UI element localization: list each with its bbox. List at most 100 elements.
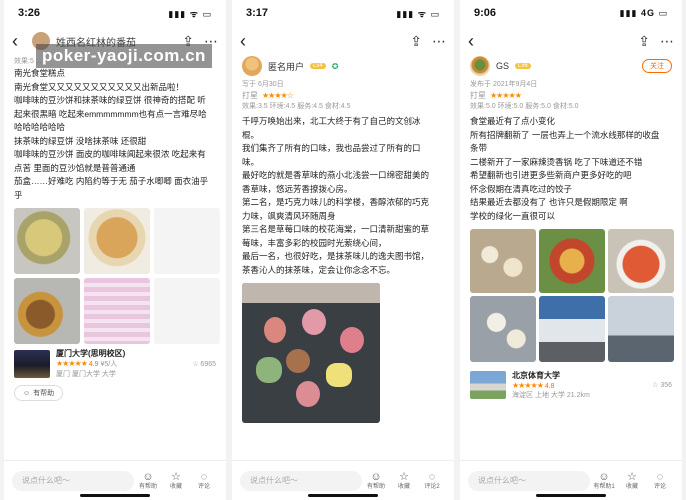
- popsicle-strawberry: [264, 317, 286, 343]
- pastry-photo[interactable]: [14, 208, 80, 274]
- helpful-action[interactable]: ☺ 有帮助: [134, 471, 162, 491]
- helpful-button[interactable]: ☺ 有帮助: [14, 385, 64, 401]
- helpful-action[interactable]: ☺ 有帮助: [362, 471, 390, 491]
- text-line: 味。: [242, 156, 260, 167]
- rating-label: 打星: [242, 91, 258, 100]
- shop-price: ¥5/人: [100, 361, 118, 368]
- popsicle-vanilla: [326, 363, 352, 387]
- shop-count-value: 356: [660, 382, 672, 389]
- favorite-action[interactable]: ☆ 收藏: [618, 471, 646, 491]
- photo-placeholder: [154, 208, 220, 274]
- popsicle-strawberry: [340, 327, 364, 353]
- dumpling-photo[interactable]: [470, 229, 536, 293]
- bookmark-icon[interactable]: ☆: [192, 361, 198, 368]
- share-icon[interactable]: ⇪: [638, 33, 650, 50]
- comment-icon: ◌: [200, 470, 208, 483]
- pastry-photo[interactable]: [84, 208, 150, 274]
- text-line: 咖啡味的豆沙饼 面皮的咖啡味闻起来很浓 吃起来有: [14, 149, 206, 159]
- watermark: poker-yaoji.com.cn: [36, 44, 212, 68]
- shop-count: ☆ 6965: [192, 360, 216, 368]
- bookmark-icon[interactable]: ☆: [652, 382, 658, 389]
- status-bar: 3:17 ▮▮▮ ᯤ ▭: [232, 0, 454, 26]
- review-content: GS Lv6 关注 发布于 2021年9月4日 打星 ★★★★★ 效果:5.0 环…: [460, 56, 682, 400]
- popsicle-photo[interactable]: [242, 283, 380, 423]
- home-indicator: [80, 494, 150, 497]
- phone-screen-1: 3:26 ▮▮▮ ᯤ ▭ ‹ 姓西名红林的番茄 ⇪ ⋯ 效果:5 ... 南光食…: [4, 0, 226, 500]
- helpful-action[interactable]: ☺ 有帮助1: [590, 471, 618, 491]
- back-icon[interactable]: ‹: [240, 31, 256, 52]
- shop-count: ☆ 356: [652, 381, 672, 389]
- favorite-action[interactable]: ☆ 收藏: [390, 471, 418, 491]
- star-icon: ☆: [627, 470, 637, 483]
- text-line: 咖啡味的豆沙饼和抹茶味的绿豆饼 很神奇的搭配 听: [14, 95, 206, 105]
- action-label: 收藏: [625, 483, 638, 490]
- dumpling-photo[interactable]: [470, 296, 536, 362]
- nav-bar: ‹ ⇪ ⋯: [460, 26, 682, 56]
- favorite-action[interactable]: ☆ 收藏: [162, 471, 190, 491]
- review-text: 食堂最近有了点小变化 所有招牌翻新了 一层也弄上一个流水线那样的收盘 条带 二楼…: [470, 115, 672, 223]
- text-line: 茄盒……好难吃 内陷约等于无 茄子水唧唧 面衣油乎: [14, 176, 209, 186]
- action-label: 收藏: [397, 483, 410, 490]
- level-badge: Lv4: [310, 63, 326, 69]
- shop-name: 北京体育大学: [512, 371, 560, 380]
- verified-icon: ✪: [331, 61, 339, 71]
- comment-action[interactable]: ◌ 评论2: [418, 471, 446, 491]
- status-time: 3:17: [246, 7, 269, 19]
- photo-grid: [14, 208, 220, 344]
- screenshot-collage: 3:26 ▮▮▮ ᯤ ▭ ‹ 姓西名红林的番茄 ⇪ ⋯ 效果:5 ... 南光食…: [0, 0, 686, 500]
- action-label: 有帮助: [138, 483, 157, 490]
- comment-input[interactable]: 说点什么吧～: [468, 470, 590, 491]
- share-icon[interactable]: ⇪: [410, 33, 422, 50]
- comment-action[interactable]: ◌ 评论: [190, 471, 218, 491]
- star-icon: ☆: [399, 470, 409, 483]
- home-indicator: [308, 494, 378, 497]
- noodle-photo[interactable]: [539, 229, 605, 293]
- follow-button[interactable]: 关注: [642, 59, 672, 73]
- text-line: 茶香沁人的抹茶味，定会让你念念不忘。: [242, 264, 396, 275]
- text-line: 我们集齐了所有的口味，我也品尝过了所有的口: [242, 143, 421, 153]
- action-label: 收藏: [169, 483, 182, 490]
- text-line: 所有招牌翻新了 一层也弄上一个流水线那样的收盘: [470, 129, 660, 140]
- soup-photo[interactable]: [608, 229, 674, 293]
- comment-input[interactable]: 说点什么吧～: [240, 470, 362, 491]
- text-line: 起来很黑暗 吃起来emmmmmmm也有点一言难尽哈: [14, 108, 207, 119]
- text-line: 怀念假期在清真吃过的饺子: [470, 183, 573, 194]
- shop-card[interactable]: 厦门大学(思明校区) ★★★★★ 4.9 ¥5/人 厦门 厦门大学 大学 ☆ 6…: [14, 348, 216, 379]
- shop-score: 4.8: [544, 383, 555, 390]
- back-icon[interactable]: ‹: [468, 31, 484, 52]
- more-icon[interactable]: ⋯: [660, 33, 674, 50]
- star-icon: ☆: [171, 470, 181, 483]
- action-label: 有帮助1: [593, 483, 615, 490]
- comment-input[interactable]: 说点什么吧～: [12, 470, 134, 491]
- text-line: 莓味，丰富多彩的校园时光萦绕心间，: [242, 237, 387, 248]
- user-name[interactable]: GS: [496, 61, 509, 71]
- building-photo[interactable]: [608, 296, 674, 362]
- text-line: 食堂最近有了点小变化: [470, 116, 556, 126]
- pastry-photo[interactable]: [14, 278, 80, 344]
- menu-photo[interactable]: [84, 278, 150, 344]
- photo-placeholder: [154, 278, 220, 344]
- status-time: 9:06: [474, 7, 497, 19]
- shop-thumbnail: [14, 349, 50, 378]
- shop-card[interactable]: 北京体育大学 ★★★★★ 4.8 海淀区 上地 大学 21.2km ☆ 356: [470, 370, 672, 400]
- text-line: 结果最近去都没有了 也许只是假期限定 啊: [470, 197, 628, 207]
- avatar[interactable]: [470, 56, 490, 76]
- canteen-photo[interactable]: [539, 296, 605, 362]
- back-icon[interactable]: ‹: [12, 31, 28, 52]
- popsicle-chocolate: [286, 349, 310, 373]
- text-line: 最好吃的就是香草味的燕小北浅尝一口绵密甜美的: [242, 170, 430, 180]
- review-date: 发布于 2021年9月4日: [470, 81, 538, 88]
- author-row: GS Lv6 关注: [470, 56, 672, 76]
- avatar[interactable]: [242, 56, 262, 76]
- shop-stars-icon: ★★★★★: [512, 381, 544, 390]
- user-name[interactable]: 匿名用户: [268, 60, 304, 73]
- nav-bar: ‹ ⇪ ⋯: [232, 26, 454, 56]
- more-icon[interactable]: ⋯: [432, 33, 446, 50]
- text-line: 第二名，是巧克力味儿的科学楼，香醇浓郁的巧克: [242, 197, 430, 207]
- phone-screen-3: 9:06 ▮▮▮ 4G ▭ ‹ ⇪ ⋯ GS Lv6 关注 发布于 2021年9…: [460, 0, 682, 500]
- shop-score: 4.9: [88, 361, 99, 368]
- comment-action[interactable]: ◌ 评论: [646, 471, 674, 491]
- popsicle-strawberry: [302, 309, 326, 335]
- review-text: 南光食堂糕点 南光食堂又又又又又又又又又又又出新品啦！ 咖啡味的豆沙饼和抹茶味的…: [14, 67, 216, 202]
- review-meta: 效果:5.0 环境:5.0 服务:5.0 食材:5.0: [470, 103, 579, 110]
